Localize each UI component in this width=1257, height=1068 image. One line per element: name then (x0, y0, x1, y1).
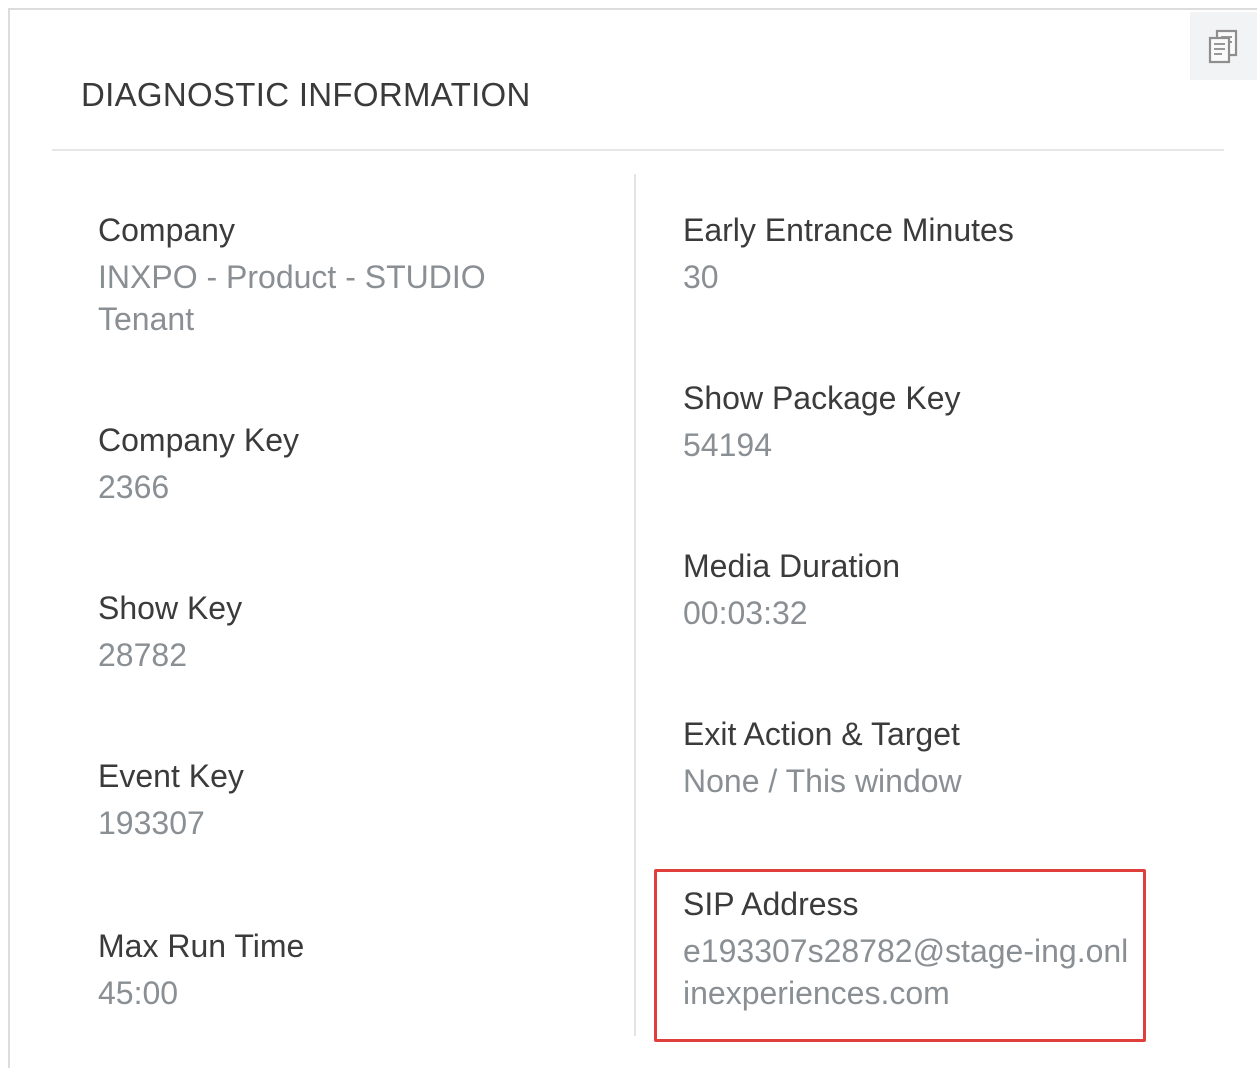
title-divider (52, 149, 1224, 151)
field-label: Media Duration (683, 548, 900, 584)
field-label: Company Key (98, 422, 299, 458)
field-media-duration: Media Duration 00:03:32 (683, 545, 1123, 634)
field-label: Show Key (98, 590, 243, 626)
field-label: Show Package Key (683, 380, 961, 416)
field-show-package-key: Show Package Key 54194 (683, 377, 1123, 466)
field-value: None / This window (683, 763, 962, 799)
field-exit-action-target: Exit Action & Target None / This window (683, 713, 1123, 802)
field-early-entrance-minutes: Early Entrance Minutes 30 (683, 209, 1123, 298)
field-sip-address: SIP Address e193307s28782@stage-ing.onli… (683, 883, 1133, 1014)
field-label: Exit Action & Target (683, 716, 960, 752)
field-value: 30 (683, 259, 719, 295)
field-label: Event Key (98, 758, 244, 794)
field-company-key: Company Key 2366 (98, 419, 538, 508)
field-value: 00:03:32 (683, 595, 808, 631)
field-max-run-time: Max Run Time 45:00 (98, 925, 538, 1014)
field-value: 28782 (98, 637, 187, 673)
copy-button[interactable] (1190, 12, 1257, 80)
copy-icon (1208, 29, 1237, 64)
field-value: 54194 (683, 427, 772, 463)
field-value: 45:00 (98, 975, 179, 1011)
field-value: INXPO - Product - STUDIO Tenant (98, 259, 486, 337)
field-show-key: Show Key 28782 (98, 587, 538, 676)
column-divider (634, 174, 636, 1036)
field-label: Early Entrance Minutes (683, 212, 1014, 248)
panel-title: DIAGNOSTIC INFORMATION (81, 76, 531, 113)
field-value: 193307 (98, 805, 205, 841)
field-value: 2366 (98, 469, 170, 505)
field-company: Company INXPO - Product - STUDIO Tenant (98, 209, 518, 340)
field-label: Max Run Time (98, 928, 305, 964)
field-value: e193307s28782@stage-ing.onlinexperiences… (683, 933, 1129, 1011)
field-label: SIP Address (683, 886, 859, 922)
field-label: Company (98, 212, 235, 248)
field-event-key: Event Key 193307 (98, 755, 538, 844)
